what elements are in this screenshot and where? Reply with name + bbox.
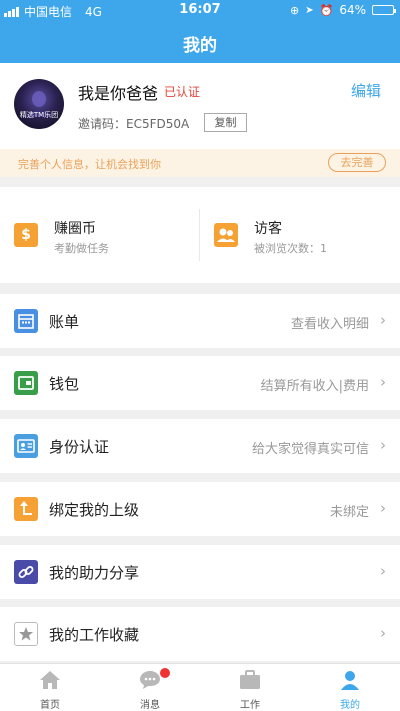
unread-badge xyxy=(160,668,170,678)
menu-row-bind-superior[interactable]: 绑定我的上级 未绑定 › xyxy=(0,482,400,536)
tab-work[interactable]: 工作 xyxy=(200,664,300,711)
status-bar: 中国电信 4G 16:07 ⊕ ➤ ⏰ 64% xyxy=(0,0,400,20)
chevron-right-icon: › xyxy=(380,373,386,391)
copy-button[interactable]: 复制 xyxy=(204,113,247,132)
username: 我是你爸爸 xyxy=(78,84,159,103)
visitors-item[interactable]: 访客 被浏览次数：1 xyxy=(200,187,400,283)
edit-profile-button[interactable]: 编辑 xyxy=(351,80,381,101)
location-icon: ➤ xyxy=(305,4,314,16)
link-icon xyxy=(14,560,38,584)
visitors-subtitle: 被浏览次数：1 xyxy=(254,242,327,255)
home-icon xyxy=(40,671,60,689)
bind-up-icon xyxy=(14,497,38,521)
menu-value: 结算所有收入|费用 xyxy=(260,379,369,394)
header: 中国电信 4G 16:07 ⊕ ➤ ⏰ 64% 我的 xyxy=(0,0,400,63)
visitors-icon xyxy=(214,223,238,247)
page-title: 我的 xyxy=(183,36,217,56)
battery-icon xyxy=(372,5,396,15)
menu-label: 我的助力分享 xyxy=(49,564,140,582)
briefcase-icon xyxy=(240,670,260,689)
notice-text: 完善个人信息，让机会找到你 xyxy=(18,158,161,171)
chevron-right-icon: › xyxy=(380,624,386,642)
menu-value: 未绑定 xyxy=(329,505,369,520)
tab-label: 消息 xyxy=(140,700,160,711)
calendar-icon xyxy=(14,309,38,333)
menu-label: 钱包 xyxy=(49,375,80,393)
avatar-caption: 精选TM乐团 xyxy=(19,111,59,119)
tab-label: 我的 xyxy=(340,700,360,711)
id-card-icon xyxy=(14,434,38,458)
avatar-figure-icon xyxy=(26,91,52,117)
chevron-right-icon: › xyxy=(380,499,386,517)
earn-coins-title: 赚圈币 xyxy=(54,221,96,237)
message-icon xyxy=(140,671,160,689)
tab-label: 首页 xyxy=(40,700,60,711)
tab-messages[interactable]: 消息 xyxy=(100,664,200,711)
menu-label: 账单 xyxy=(49,313,80,331)
orientation-lock-icon: ⊕ xyxy=(290,3,300,17)
earn-coins-item[interactable]: $ 赚圈币 考勤做任务 xyxy=(0,187,199,283)
menu-row-favorites[interactable]: 我的工作收藏 › xyxy=(0,607,400,661)
tab-bar: 首页 消息 工作 我的 xyxy=(0,663,400,711)
menu-value: 给大家觉得真实可信 xyxy=(251,442,369,457)
dollar-icon: $ xyxy=(14,223,38,247)
chevron-right-icon: › xyxy=(380,311,386,329)
complete-profile-notice: 完善个人信息，让机会找到你 去完善 xyxy=(0,149,400,177)
menu-value: 查看收入明细 xyxy=(290,317,369,332)
profile-card[interactable]: 精选TM乐团 我是你爸爸 已认证 编辑 邀请码：EC5FD50A 复制 xyxy=(0,63,400,149)
avatar[interactable]: 精选TM乐团 xyxy=(14,79,64,129)
menu-row-wallet[interactable]: 钱包 结算所有收入|费用 › xyxy=(0,356,400,410)
alarm-icon: ⏰ xyxy=(319,3,334,17)
tab-mine[interactable]: 我的 xyxy=(300,664,400,711)
menu-row-share[interactable]: 我的助力分享 › xyxy=(0,545,400,599)
star-icon xyxy=(14,622,38,646)
chevron-right-icon: › xyxy=(380,436,386,454)
earn-coins-subtitle: 考勤做任务 xyxy=(54,242,109,255)
visitors-title: 访客 xyxy=(254,221,282,237)
tab-home[interactable]: 首页 xyxy=(0,664,100,711)
invite-label: 邀请码： xyxy=(78,117,127,131)
menu-row-identity[interactable]: 身份认证 给大家觉得真实可信 › xyxy=(0,419,400,473)
invite-code: EC5FD50A xyxy=(126,117,190,131)
battery-percent: 64% xyxy=(339,3,366,17)
menu-row-bill[interactable]: 账单 查看收入明细 › xyxy=(0,294,400,348)
menu-label: 身份认证 xyxy=(49,438,110,456)
complete-profile-button[interactable]: 去完善 xyxy=(328,153,386,172)
menu-label: 绑定我的上级 xyxy=(49,501,140,519)
verified-badge: 已认证 xyxy=(164,85,201,99)
tab-label: 工作 xyxy=(240,700,260,711)
chevron-right-icon: › xyxy=(380,562,386,580)
wallet-icon xyxy=(14,371,38,395)
menu-label: 我的工作收藏 xyxy=(49,626,140,644)
invite-code-line: 邀请码：EC5FD50A xyxy=(78,115,189,132)
quick-panel: $ 赚圈币 考勤做任务 访客 被浏览次数：1 xyxy=(0,187,400,283)
person-icon xyxy=(341,671,359,690)
